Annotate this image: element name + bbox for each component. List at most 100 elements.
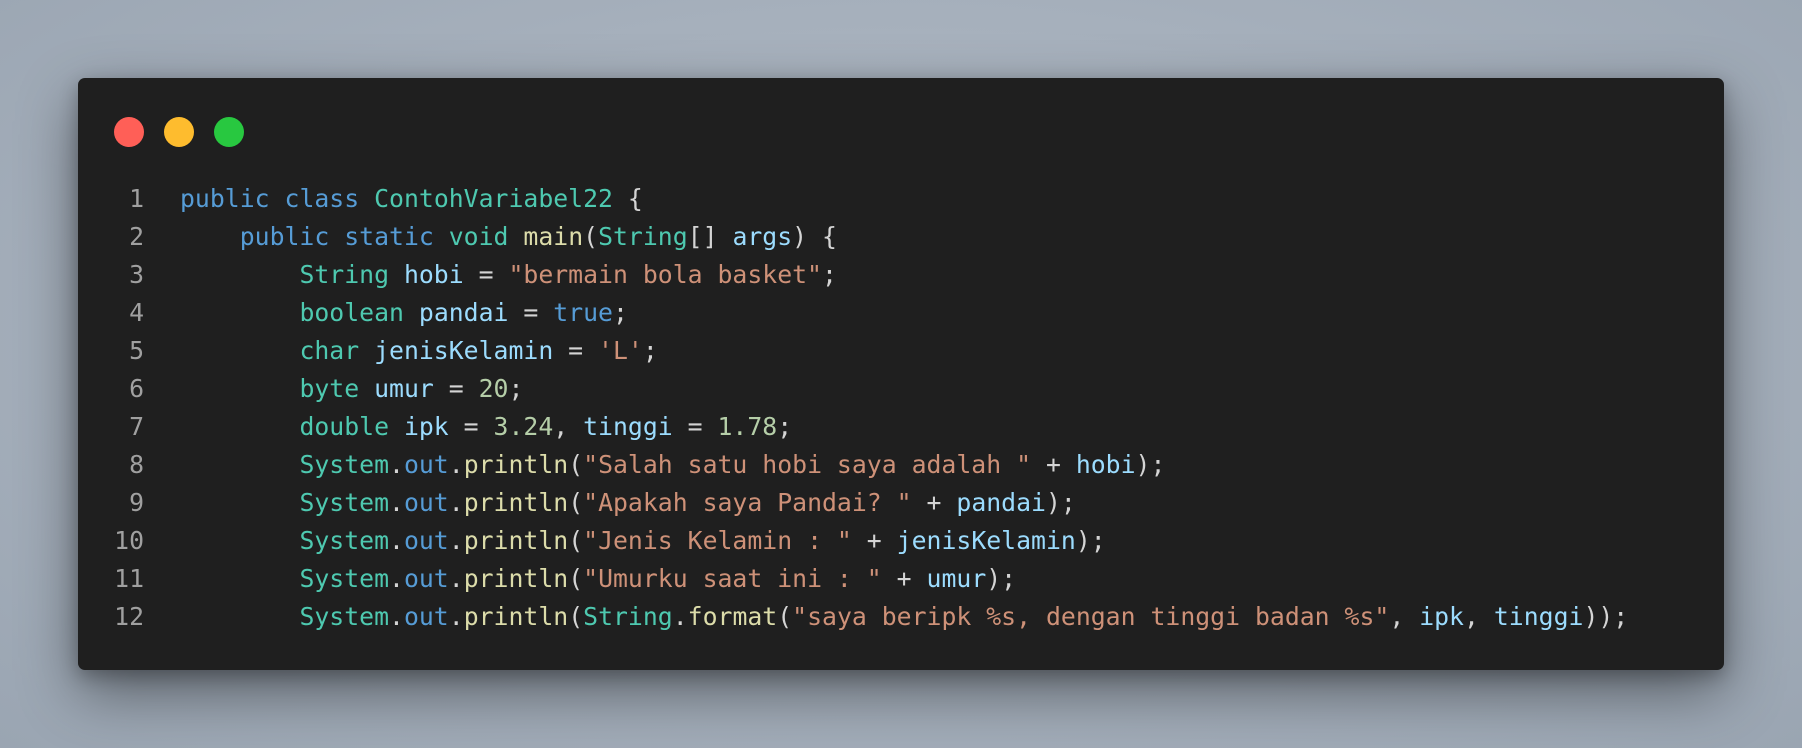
code-token: println bbox=[463, 564, 569, 593]
code-token: + bbox=[911, 488, 957, 517]
code-token: double bbox=[299, 412, 390, 441]
code-token: )); bbox=[1583, 602, 1629, 631]
code-token: . bbox=[389, 488, 404, 517]
code-token: ; bbox=[642, 336, 658, 365]
code-token: . bbox=[448, 450, 464, 479]
code-token: = bbox=[463, 260, 509, 289]
line-number: 5 bbox=[129, 336, 144, 365]
code-token: String bbox=[598, 222, 688, 251]
code-token: { bbox=[612, 184, 643, 213]
code-token: true bbox=[553, 298, 613, 327]
code-token: ; bbox=[612, 298, 628, 327]
code-token: ); bbox=[1075, 526, 1106, 555]
code-line: 8 System.out.println("Salah satu hobi sa… bbox=[78, 446, 1724, 484]
code-token: ; bbox=[508, 374, 524, 403]
code-token: [] bbox=[687, 222, 733, 251]
code-token: tinggi bbox=[1493, 602, 1584, 631]
code-token: ) { bbox=[792, 222, 837, 251]
code-text: double ipk = 3.24, tinggi = 1.78; bbox=[180, 408, 792, 446]
code-token: = bbox=[508, 298, 554, 327]
line-number: 7 bbox=[129, 412, 144, 441]
code-token: println bbox=[463, 526, 569, 555]
code-line: 2 public static void main(String[] args)… bbox=[78, 218, 1724, 256]
code-token: ( bbox=[777, 602, 793, 631]
line-number: 9 bbox=[129, 488, 144, 517]
code-token: "Jenis Kelamin : " bbox=[583, 526, 852, 555]
code-token: ); bbox=[1135, 450, 1166, 479]
line-number: 1 bbox=[129, 184, 144, 213]
code-token: System bbox=[299, 564, 390, 593]
code-line: 12 System.out.println(String.format("say… bbox=[78, 598, 1724, 636]
code-token: format bbox=[687, 602, 778, 631]
code-token: tinggi bbox=[583, 412, 673, 441]
code-token: , bbox=[553, 412, 584, 441]
code-token: = bbox=[672, 412, 718, 441]
code-line: 7 double ipk = 3.24, tinggi = 1.78; bbox=[78, 408, 1724, 446]
code-token: String bbox=[299, 260, 390, 289]
maximize-dot-icon[interactable] bbox=[214, 117, 244, 147]
code-token: , bbox=[1389, 602, 1420, 631]
code-text: public class ContohVariabel22 { bbox=[180, 180, 643, 218]
line-number: 10 bbox=[114, 526, 144, 555]
code-line: 4 boolean pandai = true; bbox=[78, 294, 1724, 332]
code-token: String bbox=[583, 602, 673, 631]
code-token: umur bbox=[374, 374, 434, 403]
code-token: + bbox=[851, 526, 897, 555]
code-token: args bbox=[732, 222, 793, 251]
code-token: "Umurku saat ini : " bbox=[583, 564, 882, 593]
code-token: ipk bbox=[1419, 602, 1464, 631]
code-token: char bbox=[299, 336, 360, 365]
code-text: byte umur = 20; bbox=[180, 370, 523, 408]
code-token: boolean bbox=[299, 298, 404, 327]
code-token: 'L' bbox=[598, 336, 643, 365]
minimize-dot-icon[interactable] bbox=[164, 117, 194, 147]
code-token: out bbox=[403, 450, 449, 479]
code-line: 3 String hobi = "bermain bola basket"; bbox=[78, 256, 1724, 294]
code-token: + bbox=[881, 564, 927, 593]
code-token: = bbox=[433, 374, 479, 403]
code-token: ( bbox=[583, 222, 599, 251]
code-token: "saya beripk %s, dengan tinggi badan %s" bbox=[792, 602, 1390, 631]
code-token: ( bbox=[568, 564, 584, 593]
code-token: . bbox=[448, 564, 464, 593]
code-token: umur bbox=[926, 564, 987, 593]
code-token: 1.78 bbox=[717, 412, 778, 441]
close-dot-icon[interactable] bbox=[114, 117, 144, 147]
code-token: out bbox=[403, 602, 449, 631]
code-token: 20 bbox=[478, 374, 509, 403]
code-token: void bbox=[448, 222, 509, 251]
code-token: ContohVariabel22 bbox=[374, 184, 613, 213]
code-token: . bbox=[389, 526, 404, 555]
code-token: println bbox=[463, 602, 569, 631]
code-token: ipk bbox=[403, 412, 449, 441]
code-token: out bbox=[403, 488, 449, 517]
code-token: "bermain bola basket" bbox=[508, 260, 822, 289]
code-text: String hobi = "bermain bola basket"; bbox=[180, 256, 836, 294]
code-token: public bbox=[239, 222, 330, 251]
code-token: ; bbox=[777, 412, 793, 441]
code-token: pandai bbox=[956, 488, 1046, 517]
code-token: main bbox=[523, 222, 584, 251]
code-token: . bbox=[389, 564, 404, 593]
code-token: System bbox=[299, 450, 390, 479]
code-token: ); bbox=[986, 564, 1017, 593]
code-token: "Apakah saya Pandai? " bbox=[583, 488, 912, 517]
code-token: System bbox=[299, 488, 390, 517]
code-line: 10 System.out.println("Jenis Kelamin : "… bbox=[78, 522, 1724, 560]
code-token: ( bbox=[568, 450, 584, 479]
code-token: . bbox=[672, 602, 688, 631]
line-number: 6 bbox=[129, 374, 144, 403]
